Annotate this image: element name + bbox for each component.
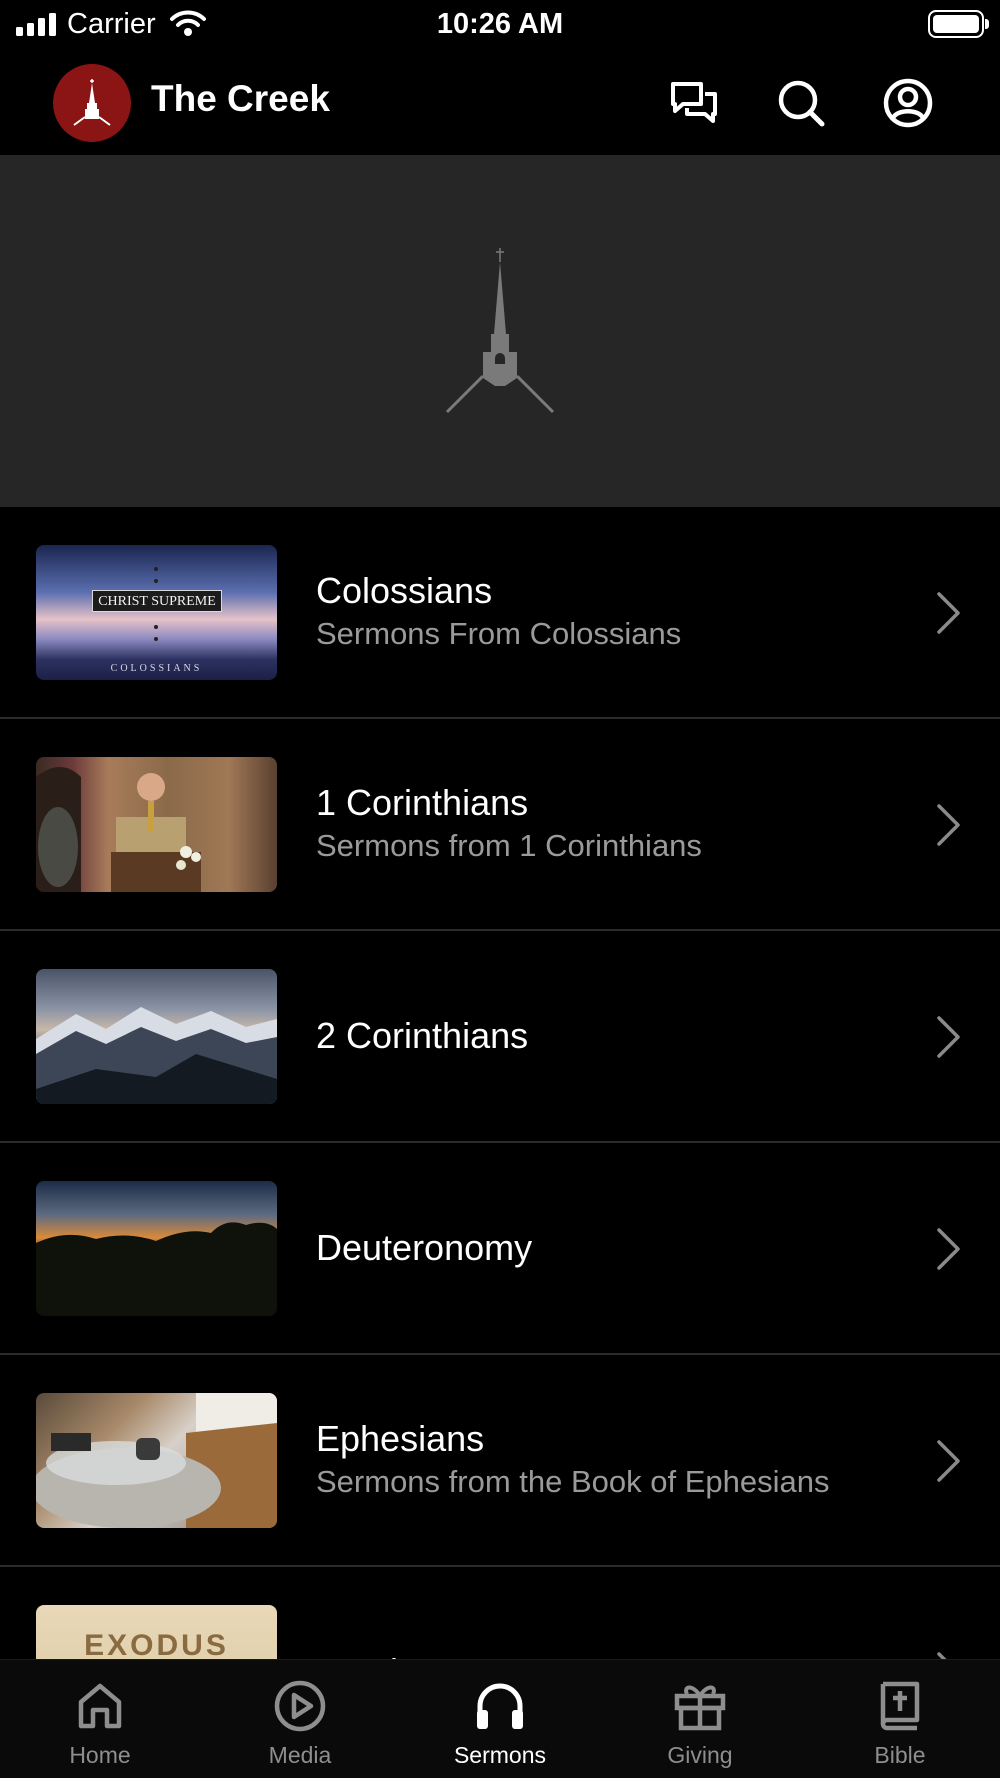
chevron-right-icon — [937, 804, 960, 846]
chevron-right-icon — [937, 592, 960, 634]
chevron-right-icon — [937, 1652, 947, 1659]
series-thumbnail: CHRIST SUPREME COLOSSIANS — [36, 545, 277, 680]
headphones-icon — [477, 1683, 523, 1729]
thumbnail-subcaption: COLOSSIANS — [110, 663, 203, 674]
bottom-tab-bar: Home Media Sermons Giving Bible — [0, 1659, 1000, 1778]
series-title: Ephesians — [316, 1418, 485, 1459]
tab-giving[interactable]: Giving — [600, 1660, 800, 1778]
tab-media[interactable]: Media — [200, 1660, 400, 1778]
tab-sermons[interactable]: Sermons — [400, 1660, 600, 1778]
series-title: Deuteronomy — [316, 1227, 533, 1268]
series-thumbnail — [36, 1393, 277, 1528]
steeple-icon — [73, 79, 111, 126]
series-title: Exodus — [316, 1650, 920, 1659]
series-title: 1 Corinthians — [316, 782, 529, 823]
preacher-photo — [36, 767, 201, 892]
chevron-right-icon — [937, 1016, 960, 1058]
thumbnail-caption: EXODUS — [84, 1629, 229, 1659]
home-icon — [78, 1683, 122, 1729]
chevron-right-icon — [937, 1440, 960, 1482]
series-thumbnail — [36, 757, 277, 892]
series-thumbnail — [36, 969, 277, 1104]
list-item[interactable]: 1 Corinthians Sermons from 1 Corinthians — [0, 719, 1000, 931]
series-subtitle: Sermons from the Book of Ephesians — [316, 1464, 830, 1499]
app-header: The Creek — [0, 52, 1000, 154]
living-room-photo — [36, 1393, 277, 1528]
tab-label: Media — [268, 1742, 332, 1768]
tab-label: Bible — [874, 1742, 926, 1768]
series-thumbnail: EXODUS — [36, 1605, 277, 1659]
tab-label: Home — [69, 1742, 131, 1768]
sermons-screen: Carrier 10:26 AM The Creek CHRIST SUPREM… — [0, 0, 1000, 1778]
bible-icon — [880, 1681, 920, 1731]
list-item[interactable]: CHRIST SUPREME COLOSSIANS Colossians Ser… — [0, 507, 1000, 719]
tab-label: Giving — [667, 1742, 733, 1768]
account-button[interactable] — [879, 74, 937, 132]
series-thumbnail — [36, 1181, 277, 1316]
list-item[interactable]: EXODUS Exodus — [0, 1567, 1000, 1659]
chat-icon — [671, 82, 717, 123]
thumbnail-caption: CHRIST SUPREME — [92, 590, 222, 612]
hero-banner — [0, 155, 1000, 507]
search-button[interactable] — [772, 74, 830, 132]
tab-bible[interactable]: Bible — [800, 1660, 1000, 1778]
list-item[interactable]: Ephesians Sermons from the Book of Ephes… — [0, 1355, 1000, 1567]
app-title: The Creek — [151, 78, 330, 119]
mountains-photo — [36, 1007, 277, 1104]
series-subtitle: Sermons From Colossians — [316, 616, 682, 651]
list-item[interactable]: Deuteronomy — [0, 1143, 1000, 1355]
status-bar: Carrier 10:26 AM — [0, 0, 1000, 50]
battery-icon — [928, 10, 989, 38]
play-circle-icon — [274, 1680, 326, 1732]
tab-home[interactable]: Home — [0, 1660, 200, 1778]
series-title: 2 Corinthians — [316, 1015, 529, 1056]
sunset-photo — [36, 1222, 277, 1316]
account-icon — [883, 78, 933, 128]
series-subtitle: Sermons from 1 Corinthians — [316, 828, 702, 863]
status-time: 10:26 AM — [436, 8, 564, 40]
sermon-series-list: CHRIST SUPREME COLOSSIANS Colossians Ser… — [0, 507, 1000, 1659]
series-title: Colossians — [316, 570, 493, 611]
tab-label: Sermons — [453, 1742, 547, 1768]
church-logo[interactable] — [53, 64, 131, 142]
search-icon — [778, 80, 825, 127]
chat-button[interactable] — [665, 74, 723, 132]
list-item[interactable]: 2 Corinthians — [0, 931, 1000, 1143]
steeple-placeholder-icon — [445, 248, 555, 414]
chevron-right-icon — [937, 1228, 960, 1270]
gift-icon — [674, 1685, 726, 1731]
